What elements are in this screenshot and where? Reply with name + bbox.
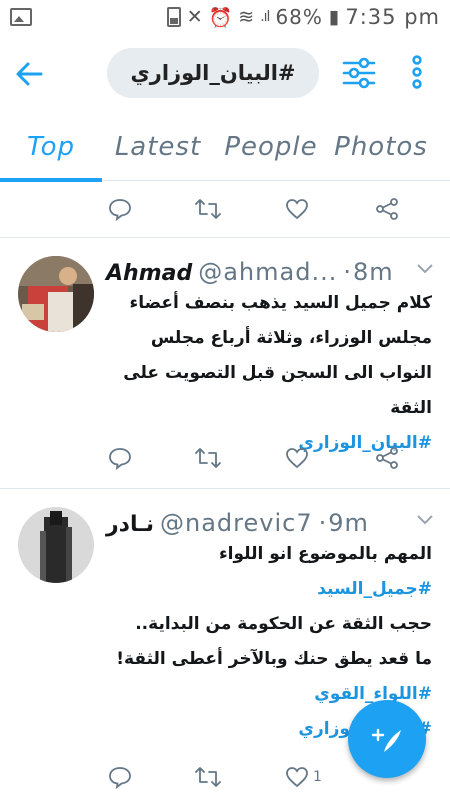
avatar-image <box>18 507 94 583</box>
tweet-menu-button[interactable] <box>416 511 434 530</box>
reply-button[interactable] <box>108 197 132 221</box>
separator-dot: · <box>318 509 327 537</box>
overflow-menu-button[interactable] <box>410 54 424 94</box>
share-icon <box>376 447 398 469</box>
tab-latest[interactable]: Latest <box>102 114 214 180</box>
author-name[interactable]: Ahmad <box>106 261 192 286</box>
like-button[interactable] <box>285 446 309 470</box>
search-header: #البيان_الوزاري <box>0 34 450 114</box>
compose-tweet-button[interactable] <box>348 700 426 778</box>
like-count: 1 <box>313 769 322 785</box>
tweet-text-line: حجب الثقة عن الحكومة من البداية.. <box>135 614 432 634</box>
tweet-time: 9m <box>328 509 369 537</box>
reply-icon <box>109 767 131 789</box>
tweet-time: 8m <box>352 258 394 286</box>
retweet-icon <box>195 448 221 468</box>
retweet-icon <box>195 199 221 219</box>
tweet-menu-button[interactable] <box>416 260 434 279</box>
status-bar: ✕ ⏰ ≋ .ıl 68% ▮ 7:35 pm <box>0 0 450 34</box>
chevron-down-icon <box>417 264 433 274</box>
reply-icon <box>109 448 131 470</box>
avatar[interactable] <box>18 256 94 332</box>
tweet-header: Ahmad @ahmad... · 8m <box>106 258 436 286</box>
search-query-field[interactable]: #البيان_الوزاري <box>107 48 319 98</box>
tweet[interactable]: Ahmad @ahmad... · 8m كلام جميل السيد يذه… <box>0 237 450 488</box>
heart-icon <box>286 199 308 220</box>
tweet-text-line: المهم بالموضوع انو اللواء <box>218 544 432 564</box>
avatar-image <box>18 256 94 332</box>
back-arrow-icon <box>16 62 43 86</box>
compose-feather-icon <box>371 728 401 752</box>
separator-dot: · <box>343 258 351 286</box>
more-vertical-icon <box>412 55 422 89</box>
retweet-button[interactable] <box>194 446 222 470</box>
battery-icon <box>166 7 181 27</box>
like-button[interactable]: 1 <box>285 765 322 789</box>
author-handle[interactable]: @nadrevic7 <box>160 509 313 537</box>
tweet-text-line: الثقة <box>390 398 432 418</box>
tab-people[interactable]: People <box>214 114 328 180</box>
alarm-icon: ⏰ <box>208 6 233 29</box>
sliders-icon <box>342 57 376 89</box>
tweet-text: كلام جميل السيد يذهب بنصف أعضاء مجلس الو… <box>106 286 432 461</box>
author-name[interactable]: نـادر <box>106 512 154 537</box>
heart-icon <box>286 767 308 788</box>
signal-icon: .ıl <box>260 9 270 25</box>
chevron-down-icon <box>417 515 433 525</box>
share-icon <box>376 198 398 220</box>
tweet-text-line: مجلس الوزراء، وثلاثة أرباع مجلس <box>150 328 432 348</box>
reply-button[interactable] <box>108 765 132 789</box>
tweet-actions <box>0 181 450 237</box>
tab-top[interactable]: Top <box>0 114 102 180</box>
share-button[interactable] <box>375 446 399 470</box>
mute-icon: ✕ <box>186 6 203 28</box>
reply-button[interactable] <box>108 446 132 470</box>
tweet-text-line: ما قعد يطق حنك وبالآخر أعطى الثقة! <box>116 649 432 669</box>
tweet-text-line: كلام جميل السيد يذهب بنصف أعضاء <box>129 293 432 313</box>
gallery-notification-icon <box>10 8 32 26</box>
battery-percent: 68% <box>275 5 323 29</box>
like-button[interactable] <box>285 197 309 221</box>
search-tabs: Top Latest People Photos <box>0 114 450 182</box>
retweet-button[interactable] <box>194 197 222 221</box>
avatar[interactable] <box>18 507 94 583</box>
battery-level-icon: ▮ <box>328 6 340 28</box>
reply-icon <box>109 199 131 221</box>
clock: 7:35 pm <box>345 5 440 29</box>
wifi-icon: ≋ <box>238 6 255 28</box>
share-button[interactable] <box>375 197 399 221</box>
search-filter-button[interactable] <box>342 56 376 94</box>
hashtag-link[interactable]: #جميل_السيد <box>106 572 432 607</box>
tweet-text-line: النواب الى السجن قبل التصويت على <box>123 363 432 383</box>
retweet-button[interactable] <box>194 765 222 789</box>
retweet-icon <box>195 767 221 787</box>
tweet-header: نـادر @nadrevic7 · 9m <box>106 509 436 537</box>
tab-photos[interactable]: Photos <box>328 114 434 180</box>
author-handle[interactable]: @ahmad... <box>198 258 337 286</box>
heart-icon <box>286 448 308 469</box>
back-button[interactable] <box>14 59 54 89</box>
